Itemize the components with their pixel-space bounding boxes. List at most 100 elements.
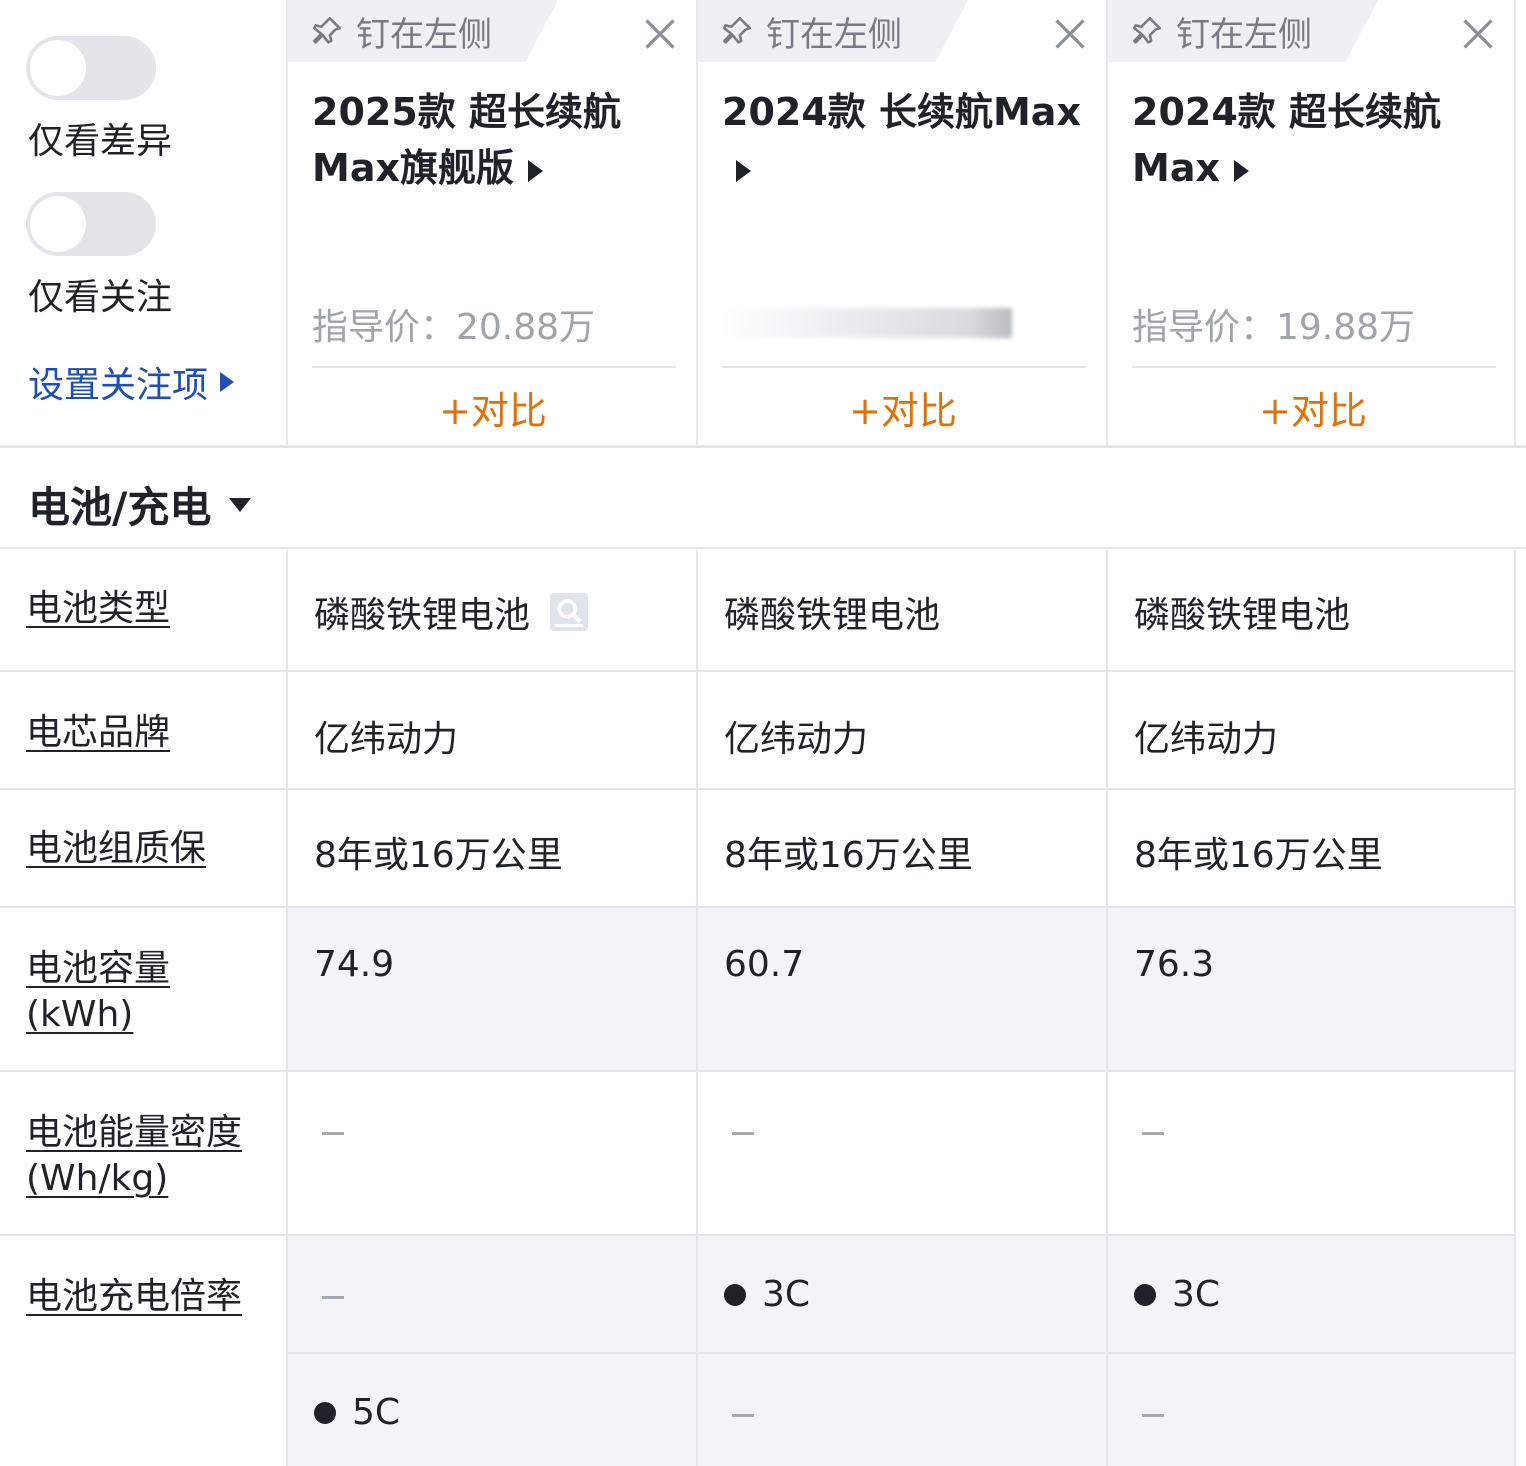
section-title[interactable]: 电池/充电 <box>28 474 252 535</box>
value-text-with-icon: 磷酸铁锂电池 <box>314 586 589 638</box>
value-text: 8年或16万公里 <box>314 835 563 876</box>
value-cell: 亿纬动力 <box>696 672 1106 790</box>
car-column-2: 钉在左侧 2024款 长续航Max +对比 <box>696 0 1106 446</box>
pin-label: 钉在左侧 <box>1176 14 1312 55</box>
row-label[interactable]: 电池组质保 <box>26 826 206 872</box>
caret-right-icon <box>220 372 235 392</box>
divider <box>722 366 1086 368</box>
value-text: 亿纬动力 <box>724 719 869 760</box>
pin-icon <box>722 16 752 44</box>
value-text: 磷酸铁锂电池 <box>314 595 531 636</box>
value-cell <box>696 1072 1106 1236</box>
caret-right-icon <box>1233 159 1249 182</box>
compare-header: 仅看差异 仅看关注 设置关注项 钉在左侧 2025款 超长续航Max旗舰版 指导… <box>0 0 1526 448</box>
empty-value-dash <box>1142 1414 1164 1417</box>
focus-only-toggle[interactable] <box>26 192 156 256</box>
row-label-cell: 电池充电倍率 <box>0 1236 286 1466</box>
add-compare-button[interactable]: +对比 <box>698 380 1108 435</box>
value-cell: 磷酸铁锂电池 <box>286 550 696 672</box>
value-text: 60.7 <box>724 944 805 985</box>
close-icon[interactable] <box>1460 16 1496 52</box>
row-label[interactable]: 电池容量(kWh) <box>26 946 226 1038</box>
row-label-cell: 电池类型 <box>0 550 286 672</box>
empty-value-dash <box>322 1132 344 1135</box>
row-label[interactable]: 电池能量密度(Wh/kg) <box>26 1110 276 1202</box>
value-cell: 磷酸铁锂电池 <box>696 550 1106 672</box>
caret-right-icon <box>736 159 751 182</box>
value-cell <box>1106 1354 1516 1466</box>
pin-label: 钉在左侧 <box>766 14 902 55</box>
value-text: 8年或16万公里 <box>1134 835 1383 876</box>
row-label-cell: 电池容量(kWh) <box>0 908 286 1072</box>
value-text: 磷酸铁锂电池 <box>1134 595 1351 636</box>
pin-label: 钉在左侧 <box>356 14 492 55</box>
pin-icon <box>1132 16 1162 44</box>
car-title[interactable]: 2024款 长续航Max <box>722 84 1092 196</box>
value-cell <box>286 1072 696 1236</box>
table-row: 电池容量(kWh) 74.9 60.7 76.3 <box>0 908 1526 1072</box>
pin-icon <box>312 16 342 44</box>
search-icon[interactable] <box>550 593 589 631</box>
section-title-text: 电池/充电 <box>28 483 212 532</box>
car-title-text: 2024款 超长续航Max <box>1132 90 1441 190</box>
row-label[interactable]: 电池类型 <box>26 586 170 632</box>
value-cell <box>286 1236 696 1354</box>
set-focus-label: 设置关注项 <box>28 365 209 406</box>
empty-value-dash <box>732 1132 754 1135</box>
row-label[interactable]: 电池充电倍率 <box>26 1274 242 1320</box>
set-focus-link[interactable]: 设置关注项 <box>28 356 235 408</box>
empty-value-dash <box>1142 1132 1164 1135</box>
diff-only-toggle[interactable] <box>26 36 156 100</box>
filter-panel: 仅看差异 仅看关注 设置关注项 <box>0 0 286 446</box>
car-title[interactable]: 2025款 超长续航Max旗舰版 <box>312 84 682 196</box>
car-column-3: 钉在左侧 2024款 超长续航Max 指导价：19.88万 +对比 <box>1106 0 1516 446</box>
value-text: 5C <box>352 1392 401 1433</box>
value-with-dot: 3C <box>724 1274 810 1315</box>
car-title[interactable]: 2024款 超长续航Max <box>1132 84 1502 196</box>
pin-left-button[interactable]: 钉在左侧 <box>1108 0 1378 62</box>
car-title-text: 2025款 超长续航Max旗舰版 <box>312 90 621 190</box>
divider <box>312 366 676 368</box>
value-text: 74.9 <box>314 944 395 985</box>
table-row: 电池类型 磷酸铁锂电池 磷酸铁锂电池 磷酸铁锂电池 <box>0 550 1526 672</box>
dot-bullet-icon <box>724 1283 746 1306</box>
value-cell: 8年或16万公里 <box>1106 790 1516 908</box>
car-price: 指导价：19.88万 <box>1132 307 1416 348</box>
dot-bullet-icon <box>1134 1283 1156 1306</box>
value-cell: 8年或16万公里 <box>696 790 1106 908</box>
toggle-knob <box>30 196 86 252</box>
toggle-knob <box>30 40 86 96</box>
caret-down-icon <box>229 497 252 512</box>
focus-only-label: 仅看关注 <box>28 277 173 318</box>
value-cell: 亿纬动力 <box>1106 672 1516 790</box>
value-text: 3C <box>1172 1274 1221 1315</box>
row-label-cell: 电池能量密度(Wh/kg) <box>0 1072 286 1236</box>
value-text: 3C <box>762 1274 811 1315</box>
value-cell: 76.3 <box>1106 908 1516 1072</box>
divider <box>1132 366 1496 368</box>
pin-left-button[interactable]: 钉在左侧 <box>698 0 968 62</box>
row-label[interactable]: 电芯品牌 <box>26 710 170 756</box>
close-icon[interactable] <box>1052 16 1088 52</box>
value-cell <box>1106 1072 1516 1236</box>
pin-left-button[interactable]: 钉在左侧 <box>288 0 558 62</box>
price-placeholder-blur <box>722 308 1012 338</box>
value-with-dot: 5C <box>314 1392 400 1433</box>
section-header[interactable]: 电池/充电 <box>0 448 1526 549</box>
car-title-text: 2024款 长续航Max <box>722 90 1081 134</box>
table-row: 电池组质保 8年或16万公里 8年或16万公里 8年或16万公里 <box>0 790 1526 908</box>
diff-only-label: 仅看差异 <box>28 121 173 162</box>
value-cell <box>696 1354 1106 1466</box>
car-price: 指导价：20.88万 <box>312 307 596 348</box>
add-compare-button[interactable]: +对比 <box>1108 380 1518 435</box>
value-cell: 74.9 <box>286 908 696 1072</box>
close-icon[interactable] <box>642 16 678 52</box>
value-cell: 5C <box>286 1354 696 1466</box>
value-cell: 3C <box>1106 1236 1516 1354</box>
value-text: 76.3 <box>1134 944 1215 985</box>
value-with-dot: 3C <box>1134 1274 1220 1315</box>
add-compare-button[interactable]: +对比 <box>288 380 698 435</box>
value-text: 亿纬动力 <box>1134 719 1279 760</box>
table-row: 电池能量密度(Wh/kg) <box>0 1072 1526 1236</box>
value-cell: 8年或16万公里 <box>286 790 696 908</box>
